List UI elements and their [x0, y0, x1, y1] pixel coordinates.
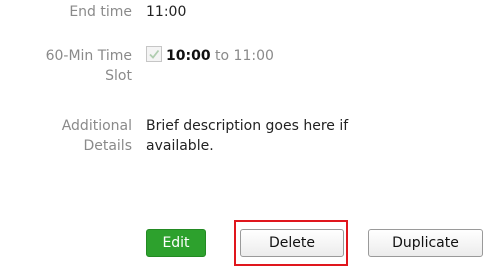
end-time-label: End time	[69, 4, 132, 20]
event-details-panel: End time 11:00 60-Min Time Slot 10:00 to…	[0, 0, 486, 272]
end-time-value: 11:00	[146, 4, 187, 20]
additional-details-value-line2: available.	[146, 138, 214, 154]
delete-button[interactable]: Delete	[240, 229, 344, 257]
time-slot-end: 11:00	[233, 48, 274, 64]
time-slot-label-line2: Slot	[105, 68, 132, 84]
additional-details-label-line2: Details	[83, 138, 132, 154]
edit-button[interactable]: Edit	[146, 229, 206, 257]
checkmark-icon	[149, 49, 160, 59]
additional-details-value-line1: Brief description goes here if	[146, 118, 349, 134]
duplicate-button[interactable]: Duplicate	[368, 229, 483, 257]
time-slot-label-line1: 60-Min Time	[45, 48, 132, 64]
additional-details-label-line1: Additional	[61, 118, 132, 134]
time-slot-start: 10:00	[166, 48, 211, 64]
time-slot-option[interactable]: 10:00 to 11:00	[146, 46, 274, 66]
time-slot-checkbox[interactable]	[146, 46, 162, 62]
time-slot-connector: to	[215, 48, 230, 64]
